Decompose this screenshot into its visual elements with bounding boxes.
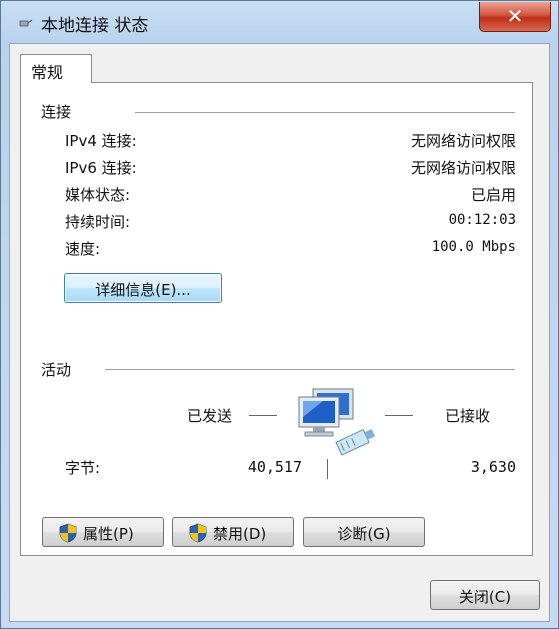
activity-divider bbox=[105, 369, 515, 370]
speed-label: 速度: bbox=[65, 240, 101, 258]
dialog-client: 常规 连接 IPv4 连接: 无网络访问权限 IPv6 连接: 无网络访问权限 … bbox=[9, 43, 550, 622]
properties-button[interactable]: 属性(P) bbox=[42, 517, 164, 547]
status-dialog: 本地连接 状态 ✕ 常规 连接 IPv4 连接: 无网络访问权限 IPv6 连接… bbox=[0, 0, 559, 629]
duration-label: 持续时间: bbox=[65, 213, 131, 231]
details-button[interactable]: 详细信息(E)... bbox=[64, 273, 222, 303]
details-button-label: 详细信息(E)... bbox=[95, 281, 191, 299]
close-window-button[interactable]: ✕ bbox=[479, 2, 551, 32]
diagnose-button-label: 诊断(G) bbox=[337, 525, 391, 543]
bytes-label: 字节: bbox=[65, 459, 101, 477]
bytes-received-value: 3,630 bbox=[470, 458, 516, 476]
disable-button-label: 禁用(D) bbox=[213, 525, 267, 543]
close-button-label: 关闭(C) bbox=[458, 588, 512, 606]
ipv4-value: 无网络访问权限 bbox=[410, 132, 516, 150]
network-connection-icon bbox=[19, 19, 33, 27]
title-bar[interactable]: 本地连接 状态 ✕ bbox=[1, 1, 558, 43]
sent-connector bbox=[249, 415, 277, 416]
activity-divider-vertical bbox=[327, 459, 328, 479]
tab-panel-general: 连接 IPv4 连接: 无网络访问权限 IPv6 连接: 无网络访问权限 媒体状… bbox=[20, 82, 533, 556]
media-state-value: 已启用 bbox=[470, 186, 516, 204]
window-title: 本地连接 状态 bbox=[41, 16, 149, 36]
tab-general[interactable]: 常规 bbox=[20, 54, 92, 83]
connection-heading: 连接 bbox=[41, 103, 72, 121]
properties-button-label: 属性(P) bbox=[83, 525, 134, 543]
bytes-sent-value: 40,517 bbox=[247, 458, 302, 476]
tab-general-label: 常规 bbox=[31, 63, 64, 82]
activity-heading: 活动 bbox=[41, 361, 72, 379]
uac-shield-icon bbox=[59, 523, 77, 543]
received-label: 已接收 bbox=[445, 407, 491, 425]
speed-value: 100.0 Mbps bbox=[431, 239, 516, 255]
connection-divider bbox=[135, 112, 515, 113]
ipv6-value: 无网络访问权限 bbox=[410, 159, 516, 177]
disable-button[interactable]: 禁用(D) bbox=[172, 517, 294, 547]
received-connector bbox=[385, 415, 413, 416]
ipv4-label: IPv4 连接: bbox=[65, 132, 137, 150]
close-icon: ✕ bbox=[506, 4, 524, 28]
duration-value: 00:12:03 bbox=[448, 212, 516, 228]
network-computers-icon bbox=[298, 388, 376, 456]
diagnose-button[interactable]: 诊断(G) bbox=[303, 517, 425, 547]
sent-label: 已发送 bbox=[187, 407, 233, 425]
ipv6-label: IPv6 连接: bbox=[65, 159, 137, 177]
media-state-label: 媒体状态: bbox=[65, 186, 131, 204]
close-button[interactable]: 关闭(C) bbox=[430, 580, 540, 610]
uac-shield-icon bbox=[189, 523, 207, 543]
